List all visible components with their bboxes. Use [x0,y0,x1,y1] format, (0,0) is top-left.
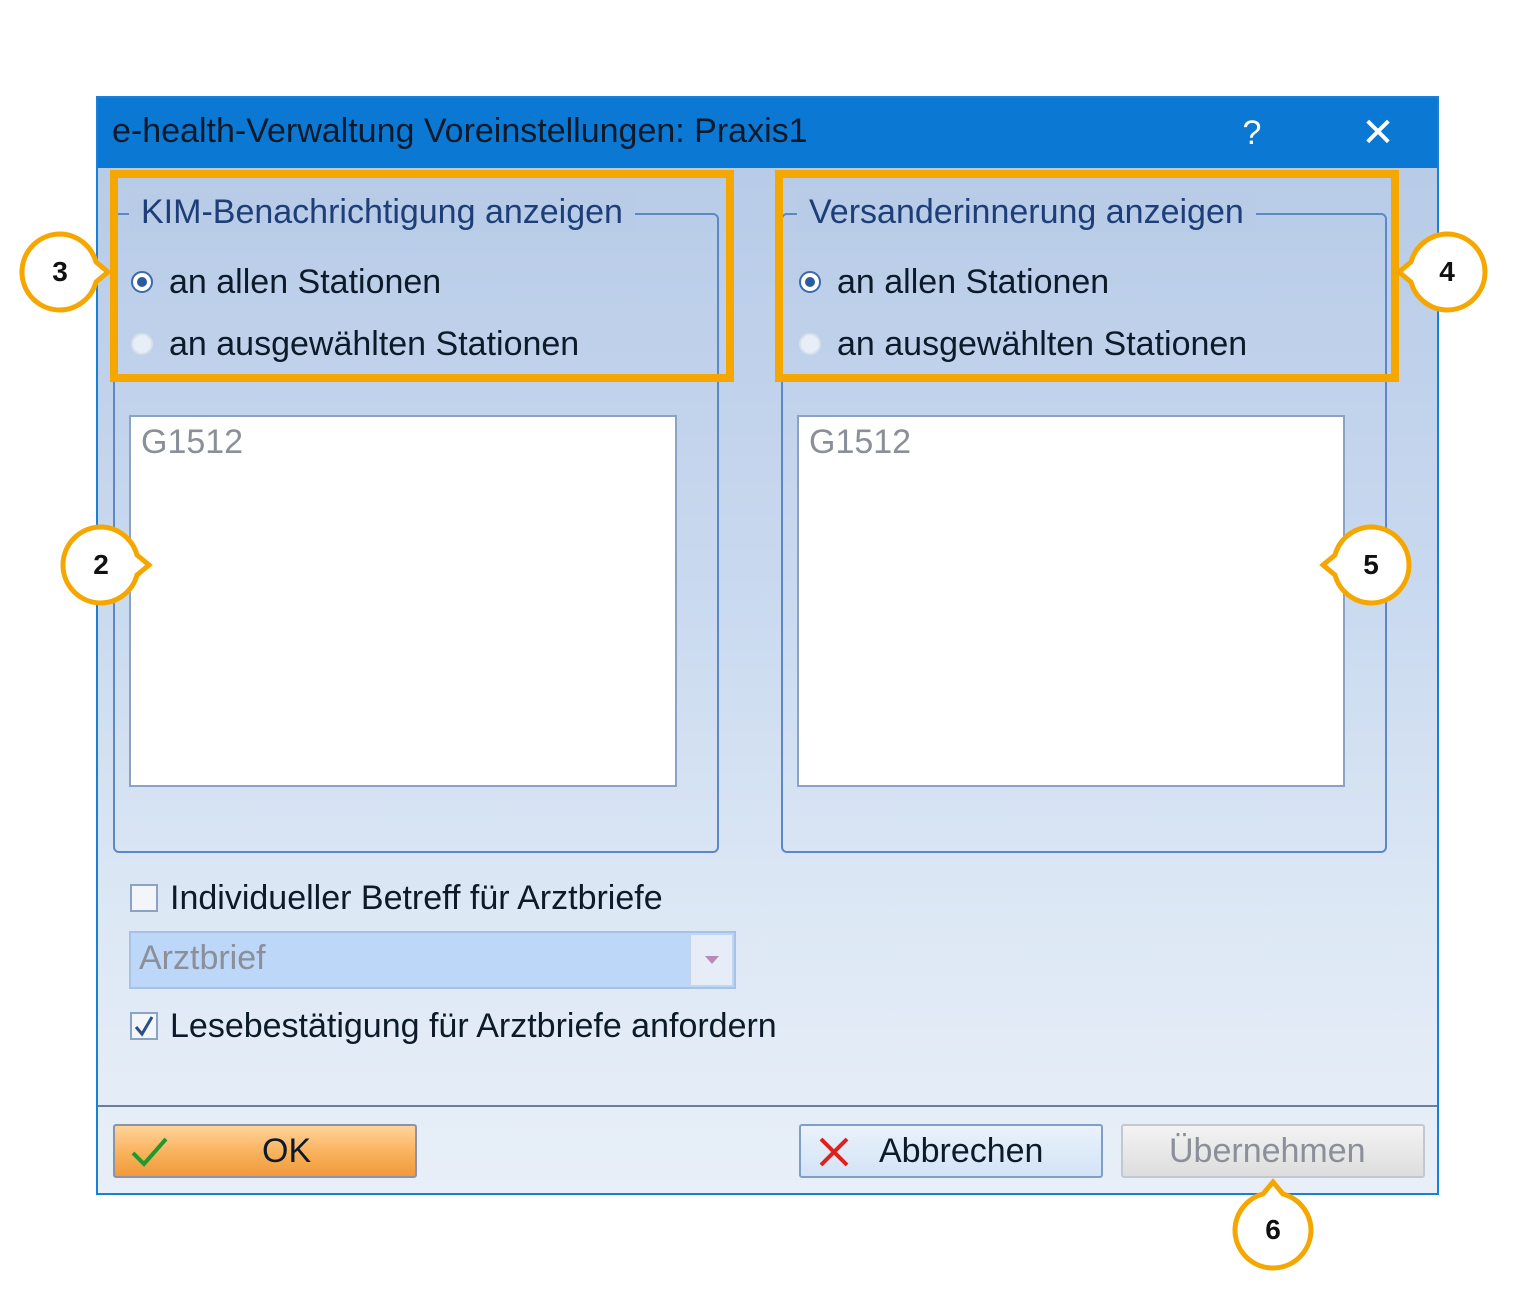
individual-subject-checkbox-row[interactable]: Individueller Betreff für Arztbriefe [130,878,663,918]
reminder-stations-list[interactable]: G1512 [797,415,1345,787]
cancel-button[interactable]: Abbrechen [799,1124,1103,1178]
callout-number: 3 [52,256,68,287]
close-button[interactable]: ✕ [1343,106,1413,160]
list-item[interactable]: G1512 [809,423,911,462]
callout-number: 4 [1439,256,1455,287]
subject-combobox[interactable]: Arztbrief [129,931,736,989]
individual-subject-label: Individueller Betreff für Arztbriefe [170,878,663,917]
chevron-down-icon[interactable] [690,935,732,985]
read-receipt-checkbox[interactable] [130,1012,158,1040]
ok-button-label: OK [262,1132,312,1170]
footer-divider [98,1105,1437,1107]
highlight-box-reminder [775,170,1399,382]
callout-3: 3 [18,230,112,314]
title-bar: e-health-Verwaltung Voreinstellungen: Pr… [98,98,1437,168]
callout-number: 5 [1363,549,1379,580]
ok-button[interactable]: OK [113,1124,417,1178]
kim-stations-list[interactable]: G1512 [129,415,677,787]
help-button[interactable]: ? [1222,106,1282,160]
subject-combo-value: Arztbrief [139,939,266,977]
checkmark-icon [134,1016,154,1037]
callout-4: 4 [1395,230,1489,314]
callout-2: 2 [59,523,153,607]
checkmark-icon [131,1137,168,1167]
highlight-box-kim [110,170,734,382]
individual-subject-checkbox[interactable] [130,884,158,912]
list-item[interactable]: G1512 [141,423,243,462]
callout-number: 2 [93,549,109,580]
settings-dialog: e-health-Verwaltung Voreinstellungen: Pr… [96,96,1439,1195]
dialog-title: e-health-Verwaltung Voreinstellungen: Pr… [112,112,808,150]
callout-5: 5 [1319,523,1413,607]
callout-number: 6 [1265,1214,1281,1245]
cancel-button-label: Abbrechen [879,1132,1044,1170]
read-receipt-checkbox-row[interactable]: Lesebestätigung für Arztbriefe anfordern [130,1006,777,1046]
red-x-icon [819,1137,849,1167]
callout-6: 6 [1231,1178,1315,1272]
read-receipt-label: Lesebestätigung für Arztbriefe anfordern [170,1006,777,1045]
